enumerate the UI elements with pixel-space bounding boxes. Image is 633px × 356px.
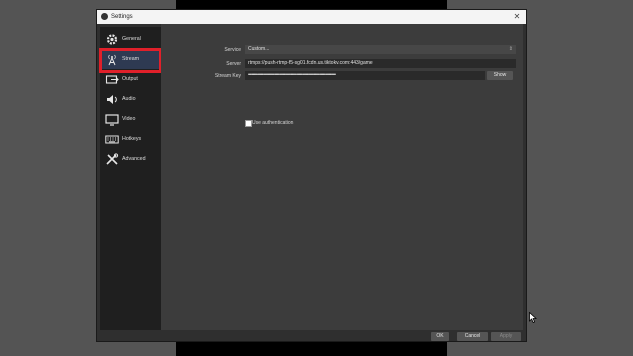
output-icon — [105, 75, 119, 84]
use-authentication-checkbox[interactable] — [245, 120, 252, 127]
settings-window: Settings ✕ General Stream Output Audio V… — [97, 10, 526, 341]
cancel-button[interactable]: Cancel — [457, 332, 488, 341]
sidebar-item-label: Hotkeys — [122, 136, 142, 142]
mouse-cursor-icon — [529, 312, 537, 323]
sidebar-item-label: Audio — [122, 96, 136, 102]
settings-sidebar: General Stream Output Audio Video Hotkey… — [99, 27, 162, 333]
obs-app-icon — [101, 13, 108, 20]
server-label: Server — [226, 61, 241, 67]
sidebar-item-hotkeys[interactable]: Hotkeys — [100, 130, 161, 149]
close-icon[interactable]: ✕ — [512, 10, 522, 24]
tools-icon — [106, 153, 119, 165]
service-dropdown[interactable]: Custom... ⇕ — [245, 45, 516, 54]
ok-button[interactable]: OK — [431, 332, 449, 341]
keyboard-icon — [105, 135, 119, 144]
show-key-button[interactable]: Show — [487, 71, 513, 80]
sidebar-item-video[interactable]: Video — [100, 110, 161, 129]
sidebar-item-label: Advanced — [122, 156, 146, 162]
sidebar-item-general[interactable]: General — [100, 30, 161, 49]
monitor-icon — [105, 114, 119, 126]
apply-button[interactable]: Apply — [491, 332, 521, 341]
sidebar-item-label: Output — [122, 76, 138, 82]
stream-key-label: Stream Key — [214, 73, 241, 79]
use-authentication-label: Use authentication — [252, 120, 294, 126]
sidebar-item-label: General — [122, 36, 141, 42]
stream-key-input[interactable]: ••••••••••••••••••••••••••••••••••••••••… — [245, 71, 485, 80]
gear-icon — [106, 34, 118, 45]
server-input[interactable]: rtmps://push-rtmp-f5-sg01.fcdn.us.tiktok… — [245, 59, 516, 68]
sidebar-item-audio[interactable]: Audio — [100, 90, 161, 109]
sidebar-item-stream[interactable]: Stream — [99, 48, 162, 73]
dialog-footer: OK Cancel Apply — [97, 330, 526, 341]
sidebar-item-label: Video — [122, 116, 136, 122]
speaker-icon — [107, 95, 117, 104]
sidebar-item-output[interactable]: Output — [100, 70, 161, 89]
stream-settings-panel: Service Custom... ⇕ Server rtmps://push-… — [161, 24, 523, 330]
window-title: Settings — [111, 14, 133, 20]
service-value: Custom... — [248, 46, 270, 52]
chevron-updown-icon: ⇕ — [508, 46, 513, 52]
title-bar: Settings ✕ — [97, 10, 526, 24]
service-label: Service — [224, 47, 241, 53]
sidebar-item-advanced[interactable]: Advanced — [100, 150, 161, 169]
